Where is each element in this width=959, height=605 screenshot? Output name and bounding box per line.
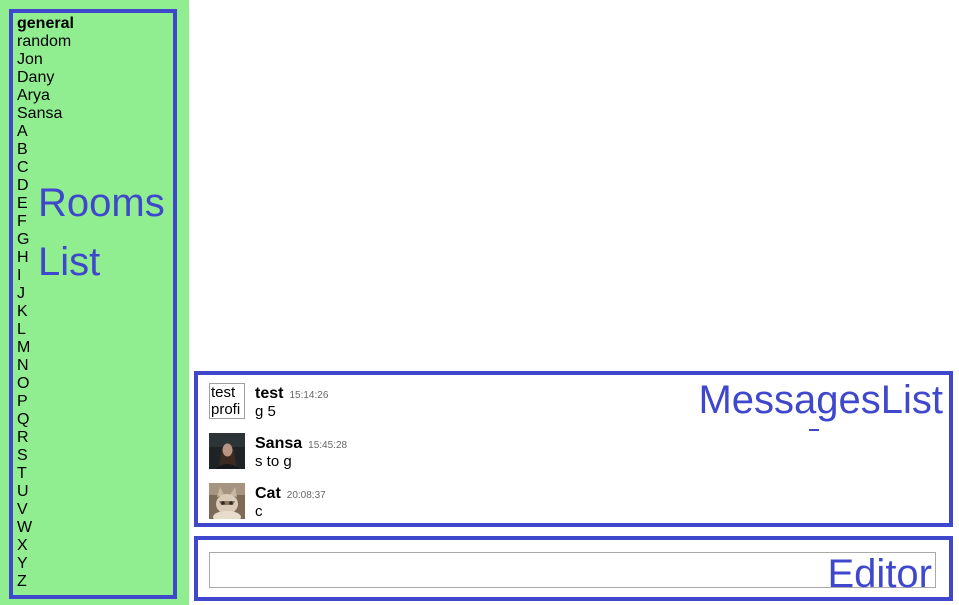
- room-item-sansa[interactable]: Sansa: [17, 105, 74, 123]
- room-item-general[interactable]: general: [17, 15, 74, 33]
- rooms-annotation-line2: List: [38, 240, 101, 284]
- rooms-list: general random Jon Dany Arya Sansa A B C…: [17, 15, 74, 591]
- avatar: [209, 483, 245, 519]
- message-text: g 5: [255, 403, 276, 420]
- room-item-u[interactable]: U: [17, 483, 74, 501]
- rooms-annotation-line1: Rooms: [38, 181, 165, 225]
- room-item-p[interactable]: P: [17, 393, 74, 411]
- room-item-b[interactable]: B: [17, 141, 74, 159]
- message-timestamp: 20:08:37: [286, 490, 326, 501]
- message-text: c: [255, 503, 263, 520]
- message-item: Cat 20:08:37 c: [209, 483, 509, 523]
- room-item-s[interactable]: S: [17, 447, 74, 465]
- room-item-a[interactable]: A: [17, 123, 74, 141]
- room-item-z[interactable]: Z: [17, 573, 74, 591]
- room-item-y[interactable]: Y: [17, 555, 74, 573]
- messages-list-annotation: MessagesList: [698, 378, 943, 422]
- message-author: Sansa: [255, 435, 303, 452]
- message-header: Sansa 15:45:28: [255, 435, 347, 453]
- message-author: test: [255, 385, 284, 402]
- room-item-jon[interactable]: Jon: [17, 51, 74, 69]
- editor: Editor: [194, 536, 953, 601]
- room-item-t[interactable]: T: [17, 465, 74, 483]
- rooms-sidebar: general random Jon Dany Arya Sansa A B C…: [0, 0, 189, 605]
- avatar: [209, 433, 245, 469]
- room-item-o[interactable]: O: [17, 375, 74, 393]
- room-item-l[interactable]: L: [17, 321, 74, 339]
- room-item-x[interactable]: X: [17, 537, 74, 555]
- room-item-n[interactable]: N: [17, 357, 74, 375]
- sansa-avatar-image: [209, 433, 245, 469]
- annotation-dash: [809, 429, 819, 431]
- room-item-q[interactable]: Q: [17, 411, 74, 429]
- room-item-w[interactable]: W: [17, 519, 74, 537]
- message-timestamp: 15:14:26: [289, 390, 329, 401]
- message-header: test 15:14:26: [255, 385, 328, 403]
- message-header: Cat 20:08:37: [255, 485, 326, 503]
- room-item-arya[interactable]: Arya: [17, 87, 74, 105]
- message-editor-input[interactable]: [209, 552, 936, 588]
- message-author: Cat: [255, 485, 281, 502]
- message-text: s to g: [255, 453, 292, 470]
- room-item-dany[interactable]: Dany: [17, 69, 74, 87]
- avatar: test profi: [209, 383, 245, 419]
- messages-list: test profi test 15:14:26 g 5 Sansa 15:45:2…: [194, 371, 953, 527]
- room-item-k[interactable]: K: [17, 303, 74, 321]
- message-timestamp: 15:45:28: [308, 440, 348, 451]
- room-item-r[interactable]: R: [17, 429, 74, 447]
- room-item-v[interactable]: V: [17, 501, 74, 519]
- room-item-random[interactable]: random: [17, 33, 74, 51]
- rooms-list-annotation: Rooms List: [38, 174, 178, 292]
- message-item: test profi test 15:14:26 g 5: [209, 383, 509, 423]
- message-item: Sansa 15:45:28 s to g: [209, 433, 509, 473]
- room-item-m[interactable]: M: [17, 339, 74, 357]
- cat-avatar-image: [209, 483, 245, 519]
